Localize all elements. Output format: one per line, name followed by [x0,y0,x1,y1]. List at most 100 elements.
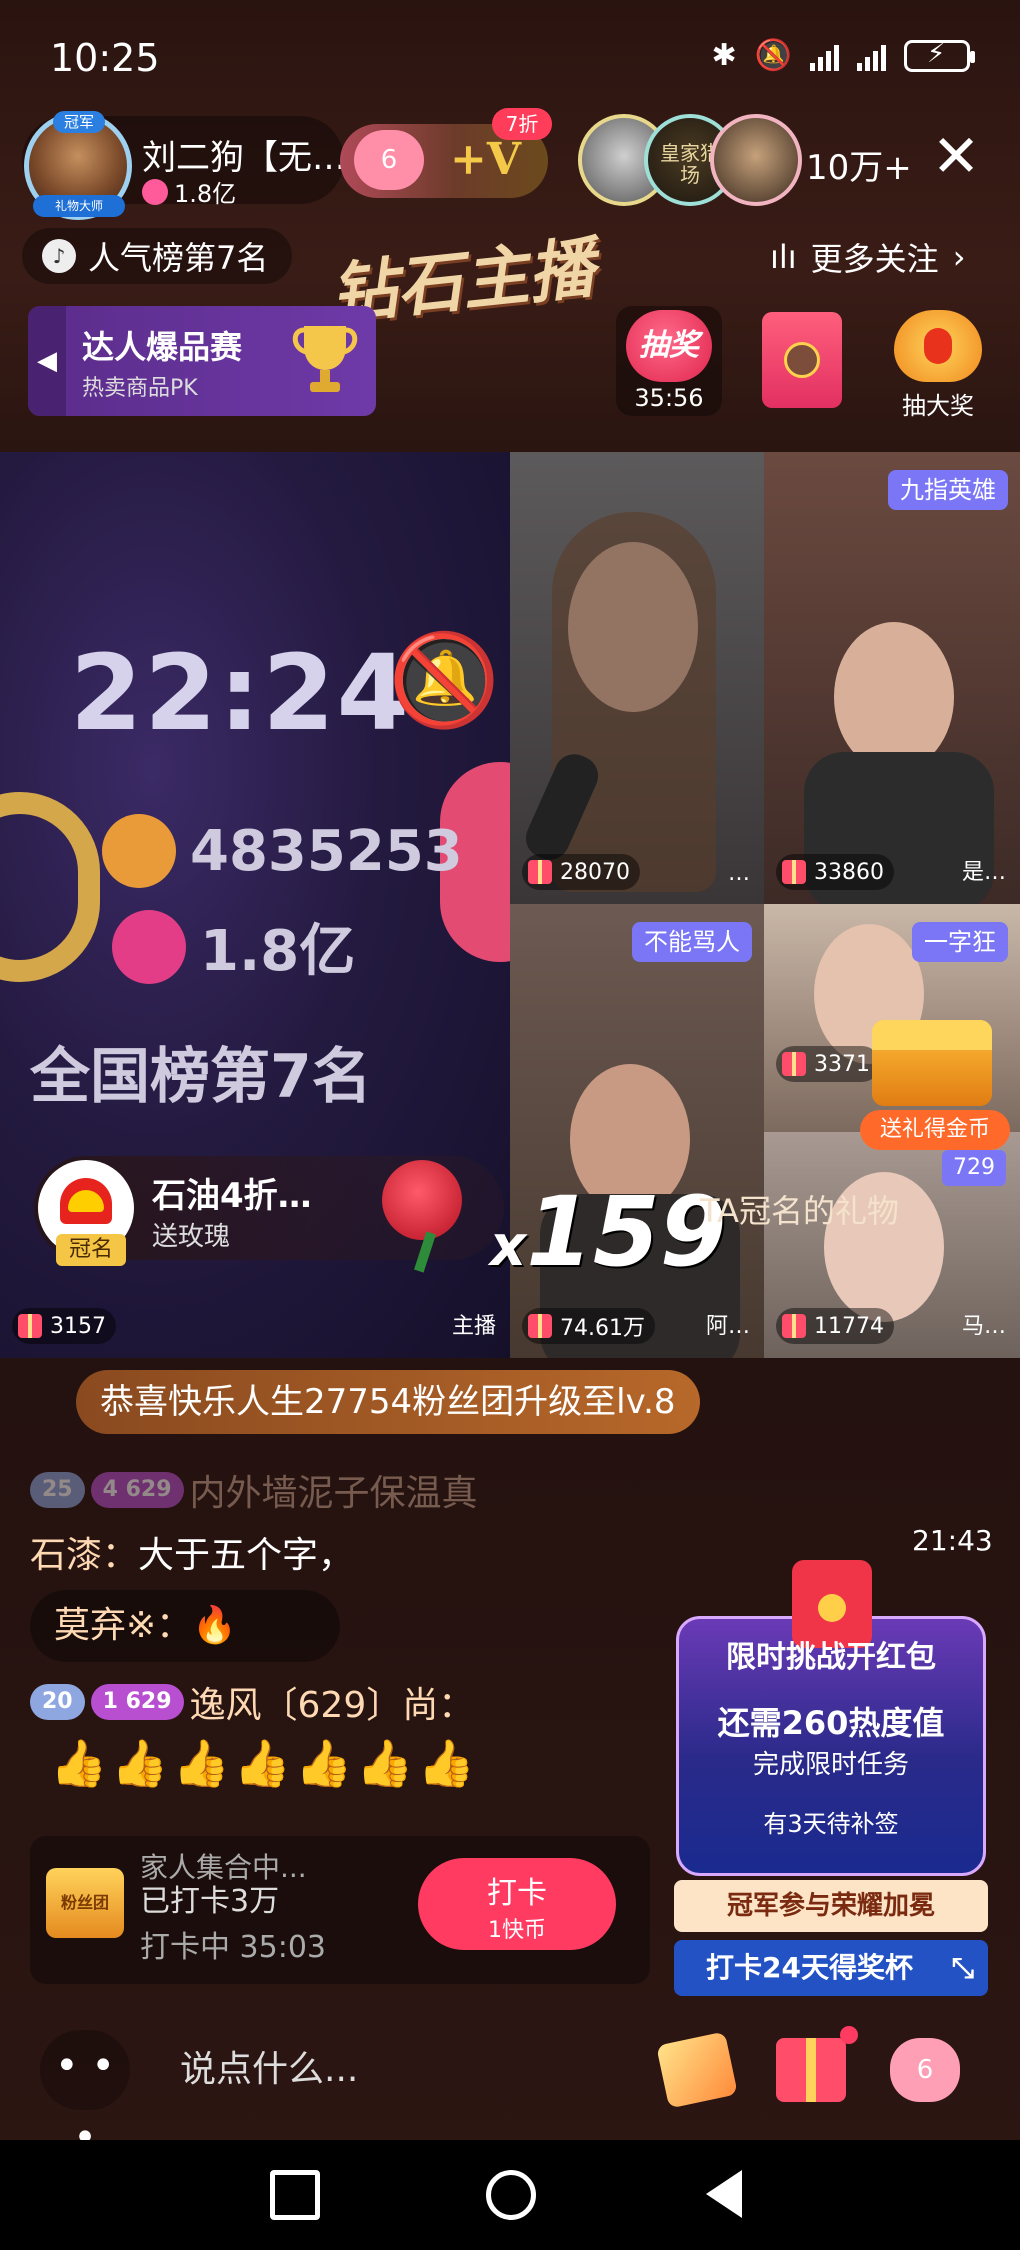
fan-heart-button[interactable]: 6 [890,2038,960,2102]
home-icon[interactable] [486,2170,536,2220]
gift-count-value: 33860 [814,859,884,885]
bottom-bar: • • • 说点什么... 6 [0,2020,1020,2161]
red-packet-widget[interactable] [762,312,842,408]
role-label: 主播 [451,1314,496,1339]
guest-video[interactable]: 不能骂人 74.61万 阿… [510,904,764,1358]
host-info[interactable]: 冠军 礼物大师 刘二狗【无… 1.8亿 [22,111,344,220]
recent-apps-icon[interactable] [270,2170,320,2220]
fan-heart-icon: 6 [354,130,424,190]
gift-count-value: 28070 [560,859,630,885]
tile-name: 马… [961,1314,1006,1339]
cup-checkin-banner[interactable]: 打卡24天得奖杯 ⤡ [674,1940,988,1996]
back-icon[interactable] [706,2170,742,2218]
gift-combo: x159 [490,1176,727,1288]
chat-timestamp: 21:43 [912,1524,993,1557]
discount-badge: 7折 [492,108,552,140]
gift-button-icon[interactable] [776,2026,858,2102]
tile-name: 阿… [705,1314,750,1339]
chevron-left-icon[interactable]: ◀ [28,306,66,416]
user-icon [102,814,176,888]
heart-icon [142,178,168,205]
chat-message[interactable]: 25 4 629 内外墙泥子保温真 [30,1464,478,1516]
signal-icon-2 [857,41,886,71]
honor-banner[interactable]: 冠军参与荣耀加冕 [674,1880,988,1932]
champion-tag: 冠军 [53,111,105,133]
close-button[interactable]: ✕ [928,127,984,186]
heart-icon [112,909,186,984]
checkin-button[interactable]: 打卡 1快币 [418,1858,616,1950]
top-viewers[interactable]: 皇家猎场 [578,114,818,210]
ring-decoration [0,792,100,982]
chat-user: 石漆： [30,1535,139,1576]
battery-icon: ⚡ [904,39,975,72]
congrats-banner: 恭喜快乐人生27754粉丝团升级至lv.8 [76,1370,700,1434]
chest-lid [872,1020,992,1050]
checkin-line2: 已打卡3万 [140,1884,280,1919]
tile-tag: 不能骂人 [632,922,752,962]
checkin-button-sub: 1快币 [488,1918,546,1943]
shell-logo-icon [60,1178,112,1224]
chat-message[interactable]: 20 1 629 逸风〔629〕尚： [30,1676,474,1728]
gift-count-value: 3157 [50,1313,106,1339]
rank-text: 人气榜第7名 [88,239,269,277]
sponsor-badge: 冠名 [56,1234,126,1266]
combo-count: 159 [526,1176,727,1288]
host-likes-count: 1.8亿 [174,180,237,208]
fan-club-button[interactable]: 6 +V 7折 [340,108,552,198]
big-prize-label: 抽大奖 [902,392,974,420]
popularity-rank[interactable]: ♪ 人气榜第7名 [22,228,292,284]
big-prize-widget[interactable]: 抽大奖 [880,306,996,420]
more-options-button[interactable]: • • • [40,2030,130,2161]
live-header: 冠军 礼物大师 刘二狗【无… 1.8亿 6 +V 7折 皇家猎场 10万+ ✕ [22,108,1002,220]
gift-count-value: 74.61万 [560,1316,645,1341]
guest-face [834,622,954,772]
chat-text: 大于五个字， [138,1535,355,1576]
coin-reward-tag[interactable]: 送礼得金币 [860,1110,1010,1150]
sender-name: 石油4折… [152,1176,312,1216]
more-follow-button[interactable]: ılı 更多关注 › [770,234,965,280]
status-bar: 10:25 ✱ 🔕 ⚡ [0,0,1020,110]
fan-club-icon: 粉丝团 [46,1868,124,1938]
tile-gift-count: 33860 [776,854,894,890]
chat-message[interactable]: 莫弃※：🔥 [30,1590,340,1662]
tile-tag: 一字狂 [912,922,1008,962]
viewer-count[interactable]: 10万+ [806,140,912,189]
gift-icon [18,1314,42,1338]
fan-club-badge: 1 629 [90,1684,184,1720]
checkin-card: 粉丝团 家人集合中... 已打卡3万 打卡中 35:03 打卡 1快币 [30,1836,650,1984]
drop-icon [924,328,952,364]
viewer-avatar[interactable] [710,114,802,206]
tile-name: … [728,861,750,886]
promo-title: 达人爆品赛 [82,328,243,366]
likes-count: 1.8亿 [200,919,356,984]
collapse-icon[interactable]: ⤡ [952,1940,974,1996]
guest-video[interactable]: 28070 … [510,452,764,904]
more-follow-label: 更多关注 [810,240,939,278]
rose-icon [382,1160,462,1240]
live-room-screen: 10:25 ✱ 🔕 ⚡ 冠军 礼物大师 刘二狗【无… 1.8亿 6 +V 7折 [0,0,1020,2250]
chat-message[interactable]: 石漆：大于五个字， [30,1526,354,1578]
cup-checkin-label: 打卡24天得奖杯 [706,1951,913,1984]
main-gift-count: 3157 [12,1308,116,1344]
status-icons: ✱ 🔕 ⚡ [712,38,975,73]
treasure-chest-icon[interactable] [872,1020,992,1106]
lottery-widget[interactable]: 抽奖 35:56 [616,306,722,416]
likes-row: 1.8亿 [112,906,355,987]
signal-icon [810,41,839,71]
popularity-ticket-icon[interactable] [656,2031,738,2109]
national-rank: 全国榜第7名 [30,1042,372,1112]
gift-icon [782,1314,806,1338]
bell-off-icon: 🔕 [388,628,501,733]
music-icon: ♪ [42,239,76,273]
bars-icon: ılı [770,238,797,276]
promo-banner[interactable]: ◀ 达人爆品赛 热卖商品PK [28,306,376,416]
avatar-ribbon: 礼物大师 [33,195,125,217]
chat-text: 逸风〔629〕尚： [189,1685,475,1726]
lottery-timer: 35:56 [634,384,704,412]
tile-gift-count: 11774 [776,1308,894,1344]
host-avatar[interactable]: 冠军 礼物大师 [24,111,132,220]
screen-clock: 22:24 [70,632,412,754]
guest-video[interactable]: 九指英雄 33860 是… [764,452,1020,904]
comment-input[interactable]: 说点什么... [150,2030,630,2110]
challenge-widget[interactable]: 限时挑战开红包 还需260热度值 完成限时任务 有3天待补签 [676,1560,986,1878]
